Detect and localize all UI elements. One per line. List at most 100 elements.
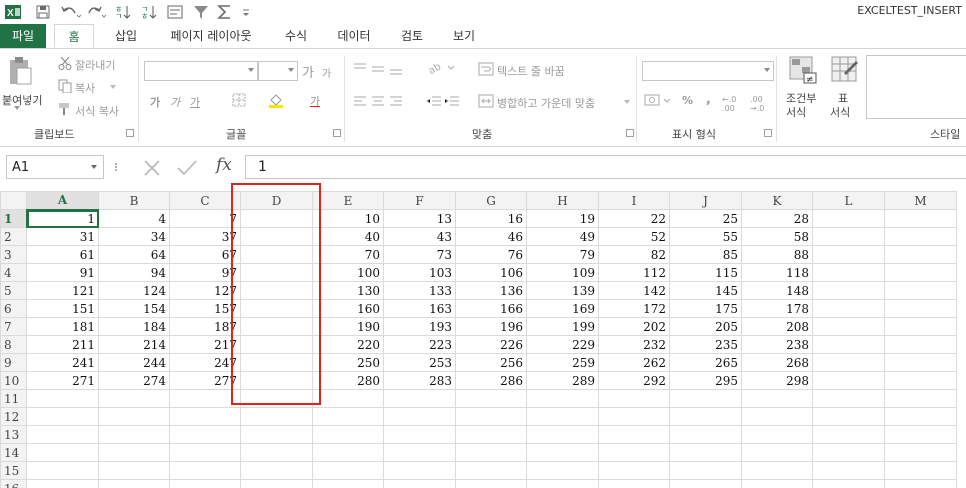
cell-h2[interactable]: 49 [526,227,599,246]
cell-b15[interactable] [98,461,170,480]
cell-c5[interactable]: 127 [169,281,241,300]
cell-h7[interactable]: 199 [526,317,599,336]
increase-decimal-button[interactable]: ←.0 .00 [722,95,746,113]
row-header[interactable]: 9 [0,353,27,372]
cell-f5[interactable]: 133 [383,281,456,300]
cell-k4[interactable]: 118 [741,263,813,282]
cell-i3[interactable]: 82 [598,245,670,264]
cell-c15[interactable] [169,461,241,480]
conditional-format-sub[interactable]: 서식 [786,104,806,120]
tab-view[interactable]: 보기 [444,24,484,48]
comma-button[interactable]: , [706,92,711,107]
cell-c16[interactable] [169,479,241,488]
align-top-icons[interactable] [352,62,412,76]
cell-i2[interactable]: 52 [598,227,670,246]
cell-i11[interactable] [598,389,670,408]
cell-l12[interactable] [812,407,885,426]
cell-m7[interactable] [884,317,957,336]
font-name-combo[interactable] [144,61,258,81]
column-header-g[interactable]: G [455,191,527,210]
cell-d12[interactable] [240,407,313,426]
cell-k16[interactable] [741,479,813,488]
tab-formulas[interactable]: 수식 [276,24,316,48]
cell-j5[interactable]: 145 [669,281,742,300]
cell-k8[interactable]: 238 [741,335,813,354]
select-all-corner[interactable] [0,191,27,210]
cell-a8[interactable]: 211 [26,335,99,354]
cell-k12[interactable] [741,407,813,426]
cell-m15[interactable] [884,461,957,480]
cell-b7[interactable]: 184 [98,317,170,336]
cell-l5[interactable] [812,281,885,300]
column-header-l[interactable]: L [812,191,885,210]
insert-function-button[interactable]: fx [216,155,232,175]
cell-c10[interactable]: 277 [169,371,241,390]
autosum-icon[interactable] [216,4,234,20]
cell-b12[interactable] [98,407,170,426]
cell-g3[interactable]: 76 [455,245,527,264]
cell-g6[interactable]: 166 [455,299,527,318]
cell-e1[interactable]: 10 [312,209,384,228]
cell-f11[interactable] [383,389,456,408]
shrink-font-button[interactable]: 가 [322,65,331,80]
cell-b14[interactable] [98,443,170,462]
cell-c1[interactable]: 7 [169,209,241,228]
cell-c9[interactable]: 247 [169,353,241,372]
cell-f8[interactable]: 223 [383,335,456,354]
percent-button[interactable]: % [682,94,693,107]
cell-a4[interactable]: 91 [26,263,99,282]
font-color-button[interactable]: 가 [310,93,320,109]
cancel-icon[interactable] [142,159,162,177]
cell-h9[interactable]: 259 [526,353,599,372]
cell-k13[interactable] [741,425,813,444]
cell-f14[interactable] [383,443,456,462]
cell-g15[interactable] [455,461,527,480]
cell-a1[interactable]: 1 [26,209,99,228]
font-launcher-icon[interactable] [333,129,341,137]
merge-center-icon[interactable] [478,94,494,108]
cell-l16[interactable] [812,479,885,488]
cell-b2[interactable]: 34 [98,227,170,246]
cell-l10[interactable] [812,371,885,390]
copy-icon[interactable] [58,79,72,94]
cell-f16[interactable] [383,479,456,488]
cell-a2[interactable]: 31 [26,227,99,246]
cell-g12[interactable] [455,407,527,426]
cell-l4[interactable] [812,263,885,282]
cell-f2[interactable]: 43 [383,227,456,246]
column-header-k[interactable]: K [741,191,813,210]
cell-m4[interactable] [884,263,957,282]
cell-k15[interactable] [741,461,813,480]
cell-l9[interactable] [812,353,885,372]
tab-file[interactable]: 파일 [0,24,46,48]
customize-icon[interactable] [240,4,252,20]
cell-l2[interactable] [812,227,885,246]
cell-h10[interactable]: 289 [526,371,599,390]
clipboard-launcher-icon[interactable] [126,129,134,137]
cell-j3[interactable]: 85 [669,245,742,264]
wrap-text-icon[interactable] [478,62,494,76]
save-icon[interactable] [34,4,52,20]
cell-g7[interactable]: 196 [455,317,527,336]
cell-d13[interactable] [240,425,313,444]
alignment-launcher-icon[interactable] [626,129,634,137]
cell-b5[interactable]: 124 [98,281,170,300]
cell-a5[interactable]: 121 [26,281,99,300]
cell-g1[interactable]: 16 [455,209,527,228]
cell-styles-gallery[interactable] [866,55,966,119]
cell-i5[interactable]: 142 [598,281,670,300]
cell-g14[interactable] [455,443,527,462]
tab-data[interactable]: 데이터 [328,24,380,48]
cell-h16[interactable] [526,479,599,488]
cell-a9[interactable]: 241 [26,353,99,372]
form-icon[interactable] [166,4,184,20]
cell-j13[interactable] [669,425,742,444]
sort-ascending-icon[interactable]: ㅎㄱ [114,4,132,20]
cell-c6[interactable]: 157 [169,299,241,318]
cell-e2[interactable]: 40 [312,227,384,246]
cell-i15[interactable] [598,461,670,480]
cell-f13[interactable] [383,425,456,444]
cell-a10[interactable]: 271 [26,371,99,390]
currency-icon[interactable] [644,93,672,107]
cell-e8[interactable]: 220 [312,335,384,354]
